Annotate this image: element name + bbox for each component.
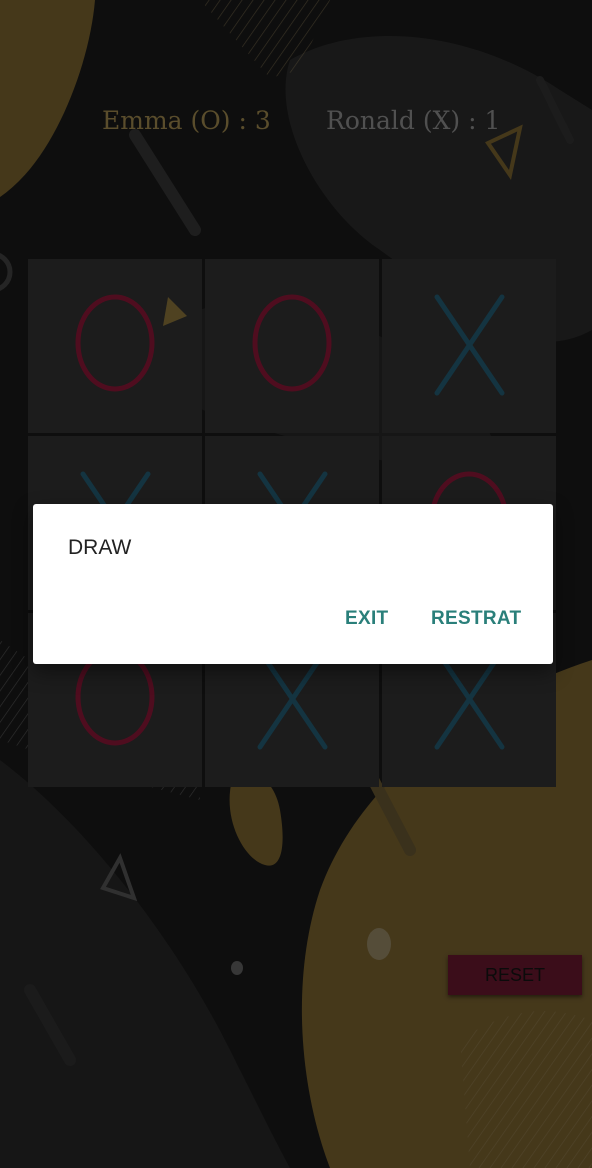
restart-button[interactable]: RESTRAT — [425, 604, 527, 634]
exit-button[interactable]: EXIT — [339, 604, 394, 634]
draw-dialog: DRAW EXIT RESTRAT — [33, 504, 553, 664]
dialog-message: DRAW — [68, 536, 132, 559]
